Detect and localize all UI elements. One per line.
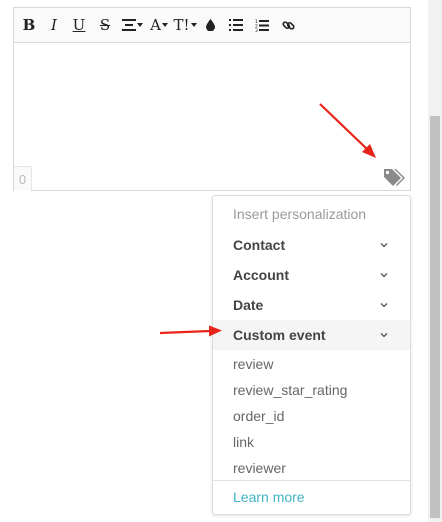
svg-text:3: 3 [255,28,258,32]
learn-more-link[interactable]: Learn more [233,489,305,505]
tags-icon[interactable] [382,167,406,187]
text-size-dropdown[interactable]: T! [173,15,197,35]
background-color-button[interactable] [203,15,217,35]
group-label: Custom event [233,327,326,343]
custom-event-item-review-star-rating[interactable]: review_star_rating [233,382,347,398]
align-center-icon [121,19,136,31]
chevron-down-icon [380,273,388,278]
custom-event-item-link[interactable]: link [233,434,254,450]
caret-down-icon [136,23,143,27]
numbered-list-button[interactable]: 1 2 3 [254,15,270,35]
dropdown-divider [213,480,410,481]
custom-event-item-reviewer[interactable]: reviewer [233,460,286,476]
caret-down-icon [161,23,168,27]
bullet-list-icon [229,19,243,31]
group-contact[interactable]: Contact [213,230,410,260]
scrollbar[interactable] [428,0,442,522]
font-color-dropdown[interactable]: A [148,15,170,35]
editor-text-area[interactable]: 0 [14,43,410,191]
chevron-down-icon [380,303,388,308]
scrollbar-thumb[interactable] [430,116,440,518]
group-label: Date [233,297,264,313]
strikethrough-button[interactable]: S [98,15,112,35]
link-icon [281,20,295,30]
character-counter: 0 [14,166,32,191]
align-dropdown[interactable] [120,15,144,35]
droplet-icon [205,19,215,31]
bullet-list-button[interactable] [228,15,244,35]
chevron-down-icon [380,243,388,248]
group-label: Account [233,267,289,283]
chevron-down-icon [380,333,388,338]
custom-event-item-review[interactable]: review [233,356,273,372]
editor-toolbar: B I U S A T! 1 2 3 [14,8,410,43]
link-button[interactable] [280,15,296,35]
dropdown-header: Insert personalization [233,206,367,222]
page: B I U S A T! 1 2 3 0 Insert personalizat… [0,0,442,522]
italic-button[interactable]: I [47,15,61,35]
custom-event-item-order-id[interactable]: order_id [233,408,284,424]
caret-down-icon [190,23,197,27]
rich-text-editor: B I U S A T! 1 2 3 0 [13,7,411,191]
underline-button[interactable]: U [72,15,86,35]
group-date[interactable]: Date [213,290,410,320]
font-color-label: A [150,16,161,34]
group-custom-event[interactable]: Custom event [213,320,410,350]
text-size-label: T! [173,16,190,34]
numbered-list-icon: 1 2 3 [255,19,269,32]
personalization-dropdown: Insert personalization Contact Account D… [212,195,411,515]
group-account[interactable]: Account [213,260,410,290]
group-label: Contact [233,237,286,253]
bold-button[interactable]: B [22,15,36,35]
